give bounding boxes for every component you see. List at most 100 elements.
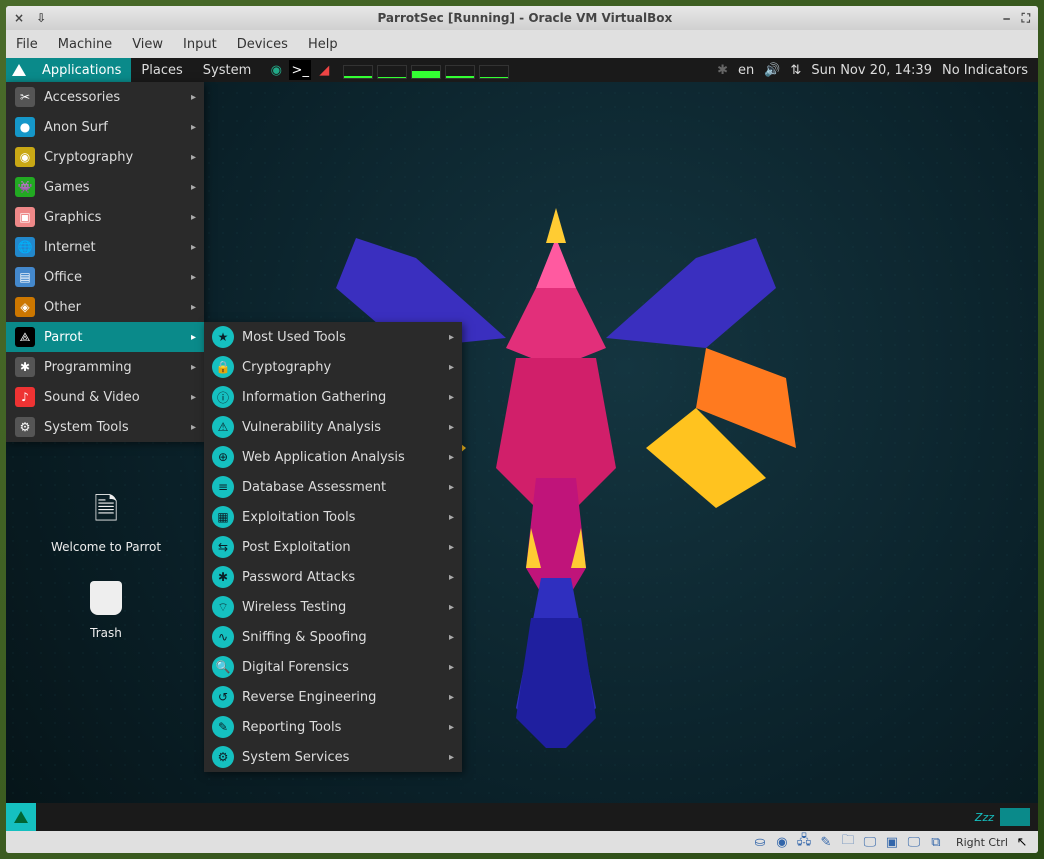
keyboard-layout-indicator[interactable]: en — [738, 63, 754, 78]
menu-item-sound-video[interactable]: ♪Sound & Video▸ — [6, 382, 204, 412]
submenu-item-information-gathering[interactable]: ⓘInformation Gathering▸ — [204, 382, 462, 412]
text-editor-launcher-icon[interactable]: ◢ — [313, 60, 335, 80]
vbox-menu-view[interactable]: View — [132, 37, 163, 52]
system-menu-button[interactable]: System — [193, 58, 261, 82]
applications-menu-button[interactable]: Applications — [32, 58, 131, 82]
menu-item-label: Cryptography — [44, 150, 183, 165]
menu-item-graphics[interactable]: ▣Graphics▸ — [6, 202, 204, 232]
optical-drive-icon[interactable]: ◉ — [774, 834, 790, 850]
menu-item-internet[interactable]: 🌐Internet▸ — [6, 232, 204, 262]
submenu-item-web-application-analysis[interactable]: ⊕Web Application Analysis▸ — [204, 442, 462, 472]
menu-item-label: Games — [44, 180, 183, 195]
menu-item-label: Parrot — [44, 330, 183, 345]
submenu-arrow-icon: ▸ — [191, 182, 196, 193]
show-desktop-button[interactable] — [6, 803, 36, 831]
recording-icon[interactable]: ▣ — [884, 834, 900, 850]
submenu-arrow-icon: ▸ — [191, 362, 196, 373]
mouse-integration-icon[interactable]: ⧉ — [928, 834, 944, 850]
desktop-icon-label: Trash — [90, 626, 122, 640]
workspace-switcher[interactable] — [1000, 808, 1030, 826]
shared-folders-icon[interactable]: 🗀 — [840, 834, 856, 850]
submenu-item-vulnerability-analysis[interactable]: ⚠Vulnerability Analysis▸ — [204, 412, 462, 442]
submenu-item-reporting-tools[interactable]: ✎Reporting Tools▸ — [204, 712, 462, 742]
cryptography-icon: ◉ — [14, 146, 36, 168]
terminal-launcher-icon[interactable]: >_ — [289, 60, 311, 80]
trash-shortcut[interactable]: Trash — [82, 574, 130, 640]
submenu-item-label: Most Used Tools — [242, 330, 441, 345]
network-adapter-icon[interactable]: 🖧 — [796, 834, 812, 850]
parrot-submenu: ★Most Used Tools▸🔒Cryptography▸ⓘInformat… — [204, 322, 462, 772]
vbox-menu-devices[interactable]: Devices — [237, 37, 288, 52]
maximize-icon[interactable]: ⛶ — [1022, 11, 1030, 26]
menu-item-cryptography[interactable]: ◉ Cryptography ▸ — [6, 142, 204, 172]
network-icon[interactable]: ⇅ — [790, 63, 801, 78]
submenu-arrow-icon: ▸ — [191, 422, 196, 433]
submenu-arrow-icon: ▸ — [191, 302, 196, 313]
close-icon[interactable]: × — [14, 11, 24, 25]
vbox-menu-input[interactable]: Input — [183, 37, 217, 52]
submenu-item-post-exploitation[interactable]: ⇆Post Exploitation▸ — [204, 532, 462, 562]
other-icon: ◈ — [14, 296, 36, 318]
submenu-item-cryptography[interactable]: 🔒Cryptography▸ — [204, 352, 462, 382]
submenu-arrow-icon: ▸ — [449, 602, 454, 613]
submenu-item-database-assessment[interactable]: ≡Database Assessment▸ — [204, 472, 462, 502]
submenu-arrow-icon: ▸ — [449, 512, 454, 523]
places-menu-button[interactable]: Places — [131, 58, 192, 82]
menu-item-games[interactable]: 👾Games▸ — [6, 172, 204, 202]
menu-item-label: Internet — [44, 240, 183, 255]
submenu-item-password-attacks[interactable]: ✱Password Attacks▸ — [204, 562, 462, 592]
bluetooth-icon[interactable]: ✱ — [717, 63, 728, 78]
mate-top-panel: Applications Places System ◉ >_ ◢ ✱ — [6, 58, 1038, 82]
submenu-item-label: Information Gathering — [242, 390, 441, 405]
system-monitor-applet[interactable] — [339, 61, 513, 79]
trash-icon — [82, 574, 130, 622]
parrot-menu-icon[interactable] — [6, 58, 32, 82]
vulnerability-analysis-icon: ⚠ — [212, 416, 234, 438]
menu-item-office[interactable]: ▤Office▸ — [6, 262, 204, 292]
vbox-menu-file[interactable]: File — [16, 37, 38, 52]
cursor-icon: ↖ — [1014, 834, 1030, 850]
document-icon: 🗎 — [82, 488, 130, 536]
no-indicators-label: No Indicators — [942, 63, 1028, 78]
menu-item-accessories[interactable]: ✂Accessories▸ — [6, 82, 204, 112]
menu-item-programming[interactable]: ✱Programming▸ — [6, 352, 204, 382]
submenu-arrow-icon: ▸ — [449, 572, 454, 583]
clock[interactable]: Sun Nov 20, 14:39 — [811, 63, 932, 78]
detach-icon[interactable]: ⇩ — [36, 11, 46, 25]
submenu-arrow-icon: ▸ — [449, 362, 454, 373]
menu-item-parrot[interactable]: ⟁Parrot▸ — [6, 322, 204, 352]
display-icon[interactable]: 🖵 — [862, 834, 878, 850]
minimize-icon[interactable]: ⎯ — [1004, 11, 1010, 26]
volume-icon[interactable]: 🔊 — [764, 63, 780, 78]
menu-item-system-tools[interactable]: ⚙System Tools▸ — [6, 412, 204, 442]
menu-item-label: Office — [44, 270, 183, 285]
submenu-arrow-icon: ▸ — [449, 632, 454, 643]
submenu-item-sniffing-spoofing[interactable]: ∿Sniffing & Spoofing▸ — [204, 622, 462, 652]
vm-state-icon[interactable]: 🖵 — [906, 834, 922, 850]
submenu-item-exploitation-tools[interactable]: ▦Exploitation Tools▸ — [204, 502, 462, 532]
usb-icon[interactable]: ✎ — [818, 834, 834, 850]
menu-item-anon-surf[interactable]: ●Anon Surf▸ — [6, 112, 204, 142]
menu-item-other[interactable]: ◈Other▸ — [6, 292, 204, 322]
anon-surf-icon: ● — [14, 116, 36, 138]
harddisk-activity-icon[interactable]: ⛀ — [752, 834, 768, 850]
desktop-icons: 🗎 Welcome to Parrot Trash — [36, 488, 176, 640]
submenu-item-most-used-tools[interactable]: ★Most Used Tools▸ — [204, 322, 462, 352]
web-application-analysis-icon: ⊕ — [212, 446, 234, 468]
exploitation-tools-icon: ▦ — [212, 506, 234, 528]
accessories-icon: ✂ — [14, 86, 36, 108]
vbox-menu-help[interactable]: Help — [308, 37, 338, 52]
submenu-item-system-services[interactable]: ⚙System Services▸ — [204, 742, 462, 772]
firefox-launcher-icon[interactable]: ◉ — [265, 60, 287, 80]
submenu-arrow-icon: ▸ — [191, 92, 196, 103]
menu-item-label: Anon Surf — [44, 120, 183, 135]
submenu-arrow-icon: ▸ — [449, 722, 454, 733]
submenu-item-digital-forensics[interactable]: 🔍Digital Forensics▸ — [204, 652, 462, 682]
vbox-titlebar: × ⇩ ParrotSec [Running] - Oracle VM Virt… — [6, 6, 1038, 30]
submenu-item-wireless-testing[interactable]: ⌔Wireless Testing▸ — [204, 592, 462, 622]
submenu-item-reverse-engineering[interactable]: ↺Reverse Engineering▸ — [204, 682, 462, 712]
submenu-arrow-icon: ▸ — [449, 752, 454, 763]
submenu-arrow-icon: ▸ — [191, 152, 196, 163]
welcome-to-parrot-shortcut[interactable]: 🗎 Welcome to Parrot — [51, 488, 161, 554]
vbox-menu-machine[interactable]: Machine — [58, 37, 112, 52]
